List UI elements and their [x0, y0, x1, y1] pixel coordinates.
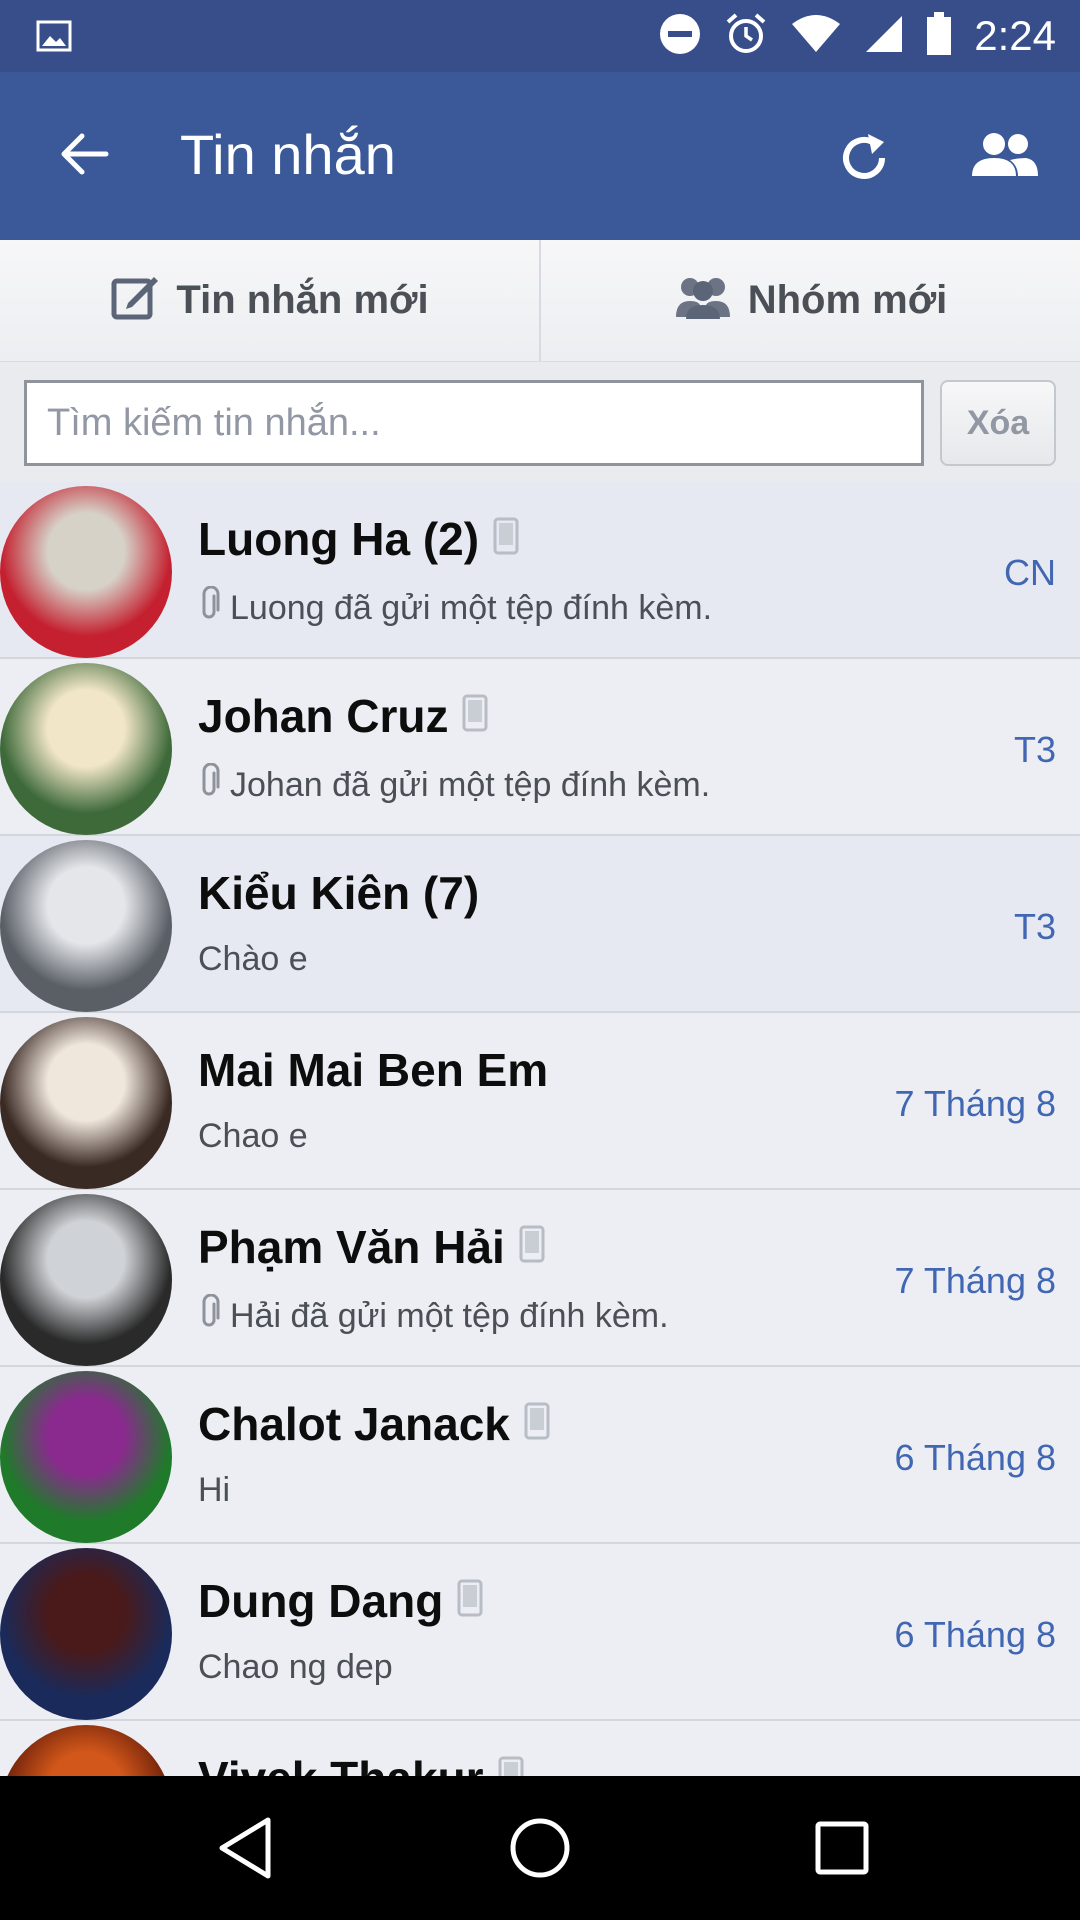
conversation-row[interactable]: Phạm Văn Hải Hải đã gửi một tệp đính kèm.… — [0, 1190, 1080, 1367]
group-icon — [674, 273, 732, 329]
message-date: 6 Tháng 8 — [894, 1437, 1056, 1478]
gallery-icon — [36, 20, 72, 57]
conversation-list[interactable]: Luong Ha (2) Luong đã gửi một tệp đính kè… — [0, 482, 1080, 1776]
status-time: 2:24 — [974, 12, 1056, 59]
action-row: Tin nhắn mới Nhóm mới — [0, 240, 1080, 362]
contact-name: Vivek Thakur — [198, 1751, 524, 1776]
contact-name: Dung Dang — [198, 1574, 483, 1628]
contact-name: Phạm Văn Hải — [198, 1220, 545, 1274]
mobile-phone-icon — [524, 1397, 550, 1451]
avatar[interactable] — [0, 1017, 172, 1189]
signal-icon — [864, 14, 904, 59]
message-snippet: Chao ng dep — [198, 1648, 393, 1687]
battery-icon — [926, 11, 952, 61]
mobile-phone-icon — [498, 1751, 524, 1776]
search-input[interactable] — [24, 380, 924, 466]
message-snippet-text: Hi — [198, 1471, 231, 1509]
conversation-row[interactable]: Chalot Janack Hi 6 Tháng 8 — [0, 1367, 1080, 1544]
message-date: 7 Tháng 8 — [894, 1083, 1056, 1124]
contact-name-text: Vivek Thakur — [198, 1751, 484, 1776]
contact-name-text: Mai Mai Ben Em — [198, 1044, 549, 1096]
contact-name-text: Dung Dang — [198, 1575, 444, 1627]
mobile-phone-icon — [457, 1574, 483, 1628]
app-bar: Tin nhắn — [0, 72, 1080, 240]
message-date: CN — [1004, 552, 1056, 593]
message-snippet-text: Luong đã gửi một tệp đính kèm. — [230, 589, 713, 627]
conversation-row[interactable]: Mai Mai Ben Em Chao e 7 Tháng 8 — [0, 1013, 1080, 1190]
contact-name: Luong Ha (2) — [198, 512, 519, 566]
avatar[interactable] — [0, 1371, 172, 1543]
message-snippet: Chao e — [198, 1117, 308, 1156]
contact-name-text: Phạm Văn Hải — [198, 1221, 505, 1273]
contact-name-text: Kiểu Kiên (7) — [198, 867, 480, 919]
navigation-bar — [0, 1776, 1080, 1920]
avatar[interactable] — [0, 1548, 172, 1720]
contact-name-text: Johan Cruz — [198, 690, 449, 742]
message-snippet: Johan đã gửi một tệp đính kèm. — [198, 762, 711, 808]
page-title: Tin nhắn — [180, 123, 396, 186]
conversation-row[interactable]: Dung Dang Chao ng dep 6 Tháng 8 — [0, 1544, 1080, 1721]
contact-name: Mai Mai Ben Em — [198, 1043, 548, 1097]
message-snippet-text: Johan đã gửi một tệp đính kèm. — [230, 766, 711, 804]
contact-name: Johan Cruz — [198, 689, 488, 743]
conversation-row[interactable]: Vivek Thakur — [0, 1721, 1080, 1776]
message-date: T3 — [1013, 729, 1056, 770]
avatar[interactable] — [0, 486, 172, 658]
new-group-button[interactable]: Nhóm mới — [541, 240, 1080, 361]
refresh-icon[interactable] — [834, 128, 894, 193]
people-icon[interactable] — [970, 130, 1040, 185]
mobile-phone-icon — [493, 512, 519, 566]
message-snippet: Hi — [198, 1471, 230, 1510]
back-arrow-icon[interactable] — [56, 126, 112, 187]
paperclip-icon — [198, 762, 222, 808]
message-date: 7 Tháng 8 — [894, 1260, 1056, 1301]
message-snippet-text: Hải đã gửi một tệp đính kèm. — [230, 1297, 669, 1335]
message-snippet: Luong đã gửi một tệp đính kèm. — [198, 585, 713, 631]
conversation-row[interactable]: Kiểu Kiên (7) Chào e T3 — [0, 836, 1080, 1013]
new-message-label: Tin nhắn mới — [176, 278, 429, 322]
message-snippet-text: Chao ng dep — [198, 1648, 393, 1686]
contact-name-text: Luong Ha (2) — [198, 513, 480, 565]
nav-recent-icon[interactable] — [814, 1820, 870, 1881]
avatar[interactable] — [0, 1725, 172, 1776]
avatar[interactable] — [0, 1194, 172, 1366]
contact-name-text: Chalot Janack — [198, 1398, 510, 1450]
nav-back-icon[interactable] — [216, 1816, 274, 1885]
avatar[interactable] — [0, 663, 172, 835]
message-date: 6 Tháng 8 — [894, 1614, 1056, 1655]
paperclip-icon — [198, 585, 222, 631]
do-not-disturb-icon — [658, 12, 702, 61]
message-date: T3 — [1013, 906, 1056, 947]
contact-name: Chalot Janack — [198, 1397, 550, 1451]
alarm-icon — [724, 12, 768, 61]
clear-button[interactable]: Xóa — [940, 380, 1056, 466]
wifi-icon — [790, 14, 842, 59]
conversation-row[interactable]: Johan Cruz Johan đã gửi một tệp đính kèm.… — [0, 659, 1080, 836]
message-snippet: Hải đã gửi một tệp đính kèm. — [198, 1293, 669, 1339]
message-snippet-text: Chào e — [198, 940, 308, 978]
mobile-phone-icon — [462, 689, 488, 743]
compose-icon — [110, 271, 160, 331]
new-message-button[interactable]: Tin nhắn mới — [0, 240, 539, 361]
status-bar: 2:24 — [0, 0, 1080, 72]
search-row: Xóa — [0, 362, 1080, 482]
message-snippet: Chào e — [198, 940, 308, 979]
avatar[interactable] — [0, 840, 172, 1012]
new-group-label: Nhóm mới — [747, 278, 948, 322]
message-snippet-text: Chao e — [198, 1117, 308, 1155]
paperclip-icon — [198, 1293, 222, 1339]
nav-home-icon[interactable] — [508, 1816, 572, 1885]
mobile-phone-icon — [519, 1220, 545, 1274]
contact-name: Kiểu Kiên (7) — [198, 866, 479, 920]
conversation-row[interactable]: Luong Ha (2) Luong đã gửi một tệp đính kè… — [0, 482, 1080, 659]
